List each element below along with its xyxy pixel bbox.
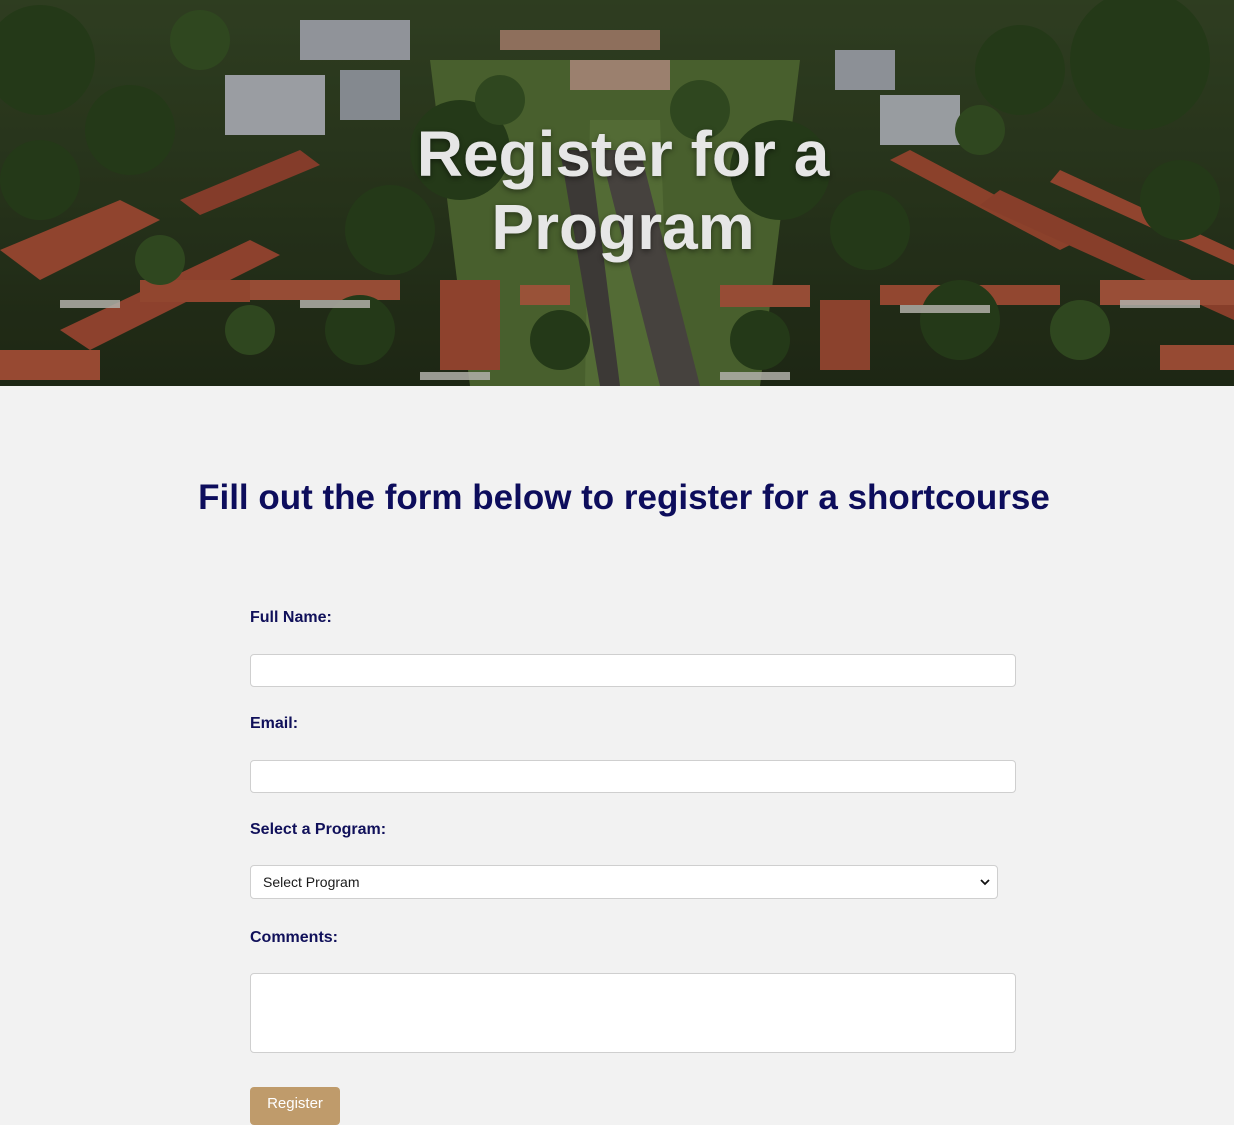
- form-intro-heading: Fill out the form below to register for …: [198, 478, 1050, 517]
- program-label: Select a Program:: [250, 821, 387, 838]
- program-select-value: Select Program: [263, 874, 360, 890]
- full-name-input[interactable]: [250, 654, 1016, 687]
- comments-label: Comments:: [250, 929, 339, 946]
- email-label: Email:: [250, 715, 299, 732]
- hero-banner: Register for a Program: [0, 0, 1234, 386]
- hero-title: Register for a Program: [0, 118, 1234, 264]
- comments-textarea[interactable]: [250, 973, 1016, 1053]
- program-select[interactable]: Select Program: [250, 865, 998, 899]
- hero-title-line1: Register for a: [416, 118, 830, 190]
- register-button[interactable]: Register: [250, 1087, 340, 1125]
- email-input[interactable]: [250, 760, 1016, 793]
- hero-title-line2: Program: [491, 191, 755, 263]
- full-name-label: Full Name:: [250, 609, 332, 626]
- chevron-down-icon: [980, 879, 990, 886]
